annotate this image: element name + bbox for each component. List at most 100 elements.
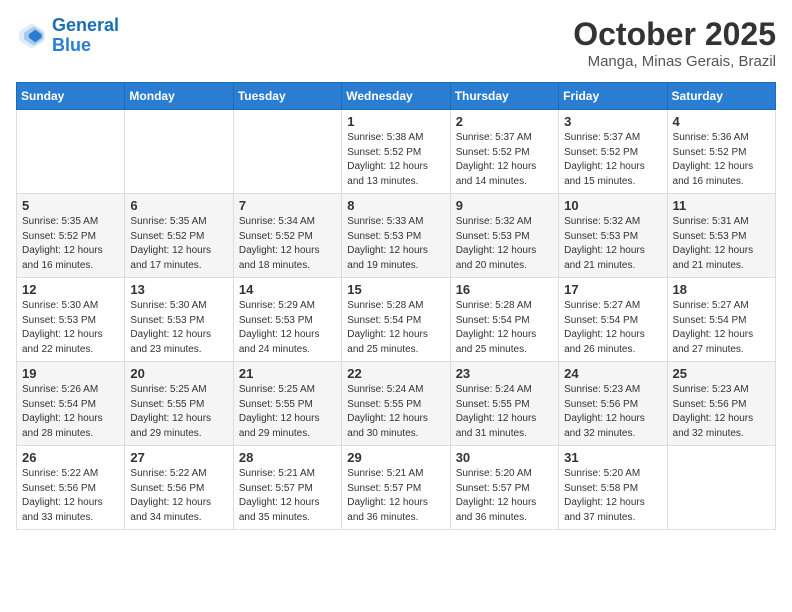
calendar-cell: [125, 110, 233, 194]
calendar-cell: 24 Sunrise: 5:23 AMSunset: 5:56 PMDayligh…: [559, 362, 667, 446]
location: Manga, Minas Gerais, Brazil: [573, 53, 776, 70]
day-info: Sunrise: 5:24 AMSunset: 5:55 PMDaylight:…: [347, 383, 444, 441]
calendar-cell: 15 Sunrise: 5:28 AMSunset: 5:54 PMDayligh…: [342, 278, 450, 362]
day-of-week-header: Friday: [559, 83, 667, 110]
calendar-cell: 2 Sunrise: 5:37 AMSunset: 5:52 PMDaylight…: [450, 110, 558, 194]
day-number: 9: [456, 198, 553, 213]
day-info: Sunrise: 5:20 AMSunset: 5:57 PMDaylight:…: [456, 467, 553, 525]
day-number: 12: [22, 282, 119, 297]
day-number: 22: [347, 366, 444, 381]
day-number: 19: [22, 366, 119, 381]
day-number: 11: [673, 198, 770, 213]
calendar-cell: 6 Sunrise: 5:35 AMSunset: 5:52 PMDaylight…: [125, 194, 233, 278]
calendar-cell: 5 Sunrise: 5:35 AMSunset: 5:52 PMDaylight…: [17, 194, 125, 278]
day-info: Sunrise: 5:28 AMSunset: 5:54 PMDaylight:…: [347, 299, 444, 357]
day-info: Sunrise: 5:20 AMSunset: 5:58 PMDaylight:…: [564, 467, 661, 525]
day-info: Sunrise: 5:34 AMSunset: 5:52 PMDaylight:…: [239, 215, 336, 273]
day-info: Sunrise: 5:27 AMSunset: 5:54 PMDaylight:…: [673, 299, 770, 357]
calendar-cell: [17, 110, 125, 194]
day-number: 31: [564, 450, 661, 465]
month-title: October 2025: [573, 16, 776, 53]
day-info: Sunrise: 5:27 AMSunset: 5:54 PMDaylight:…: [564, 299, 661, 357]
day-info: Sunrise: 5:35 AMSunset: 5:52 PMDaylight:…: [130, 215, 227, 273]
day-info: Sunrise: 5:31 AMSunset: 5:53 PMDaylight:…: [673, 215, 770, 273]
calendar-cell: 3 Sunrise: 5:37 AMSunset: 5:52 PMDaylight…: [559, 110, 667, 194]
day-number: 1: [347, 114, 444, 129]
day-info: Sunrise: 5:29 AMSunset: 5:53 PMDaylight:…: [239, 299, 336, 357]
calendar-header-row: SundayMondayTuesdayWednesdayThursdayFrid…: [17, 83, 776, 110]
day-info: Sunrise: 5:36 AMSunset: 5:52 PMDaylight:…: [673, 131, 770, 189]
day-number: 4: [673, 114, 770, 129]
day-of-week-header: Wednesday: [342, 83, 450, 110]
day-info: Sunrise: 5:23 AMSunset: 5:56 PMDaylight:…: [673, 383, 770, 441]
day-info: Sunrise: 5:37 AMSunset: 5:52 PMDaylight:…: [456, 131, 553, 189]
day-number: 26: [22, 450, 119, 465]
calendar-cell: 12 Sunrise: 5:30 AMSunset: 5:53 PMDayligh…: [17, 278, 125, 362]
day-of-week-header: Thursday: [450, 83, 558, 110]
day-info: Sunrise: 5:30 AMSunset: 5:53 PMDaylight:…: [130, 299, 227, 357]
title-block: October 2025 Manga, Minas Gerais, Brazil: [573, 16, 776, 70]
day-info: Sunrise: 5:35 AMSunset: 5:52 PMDaylight:…: [22, 215, 119, 273]
day-info: Sunrise: 5:38 AMSunset: 5:52 PMDaylight:…: [347, 131, 444, 189]
day-info: Sunrise: 5:21 AMSunset: 5:57 PMDaylight:…: [239, 467, 336, 525]
day-info: Sunrise: 5:32 AMSunset: 5:53 PMDaylight:…: [564, 215, 661, 273]
calendar-week-row: 26Sunrise: 5:22 AMSunset: 5:56 PMDayligh…: [17, 446, 776, 530]
calendar-cell: 28Sunrise: 5:21 AMSunset: 5:57 PMDayligh…: [233, 446, 341, 530]
day-number: 25: [673, 366, 770, 381]
day-of-week-header: Saturday: [667, 83, 775, 110]
calendar-week-row: 19Sunrise: 5:26 AMSunset: 5:54 PMDayligh…: [17, 362, 776, 446]
calendar-week-row: 5 Sunrise: 5:35 AMSunset: 5:52 PMDaylight…: [17, 194, 776, 278]
day-of-week-header: Tuesday: [233, 83, 341, 110]
calendar-cell: 11 Sunrise: 5:31 AMSunset: 5:53 PMDayligh…: [667, 194, 775, 278]
day-number: 29: [347, 450, 444, 465]
day-number: 7: [239, 198, 336, 213]
calendar-cell: 21 Sunrise: 5:25 AMSunset: 5:55 PMDayligh…: [233, 362, 341, 446]
calendar: SundayMondayTuesdayWednesdayThursdayFrid…: [16, 82, 776, 530]
day-info: Sunrise: 5:37 AMSunset: 5:52 PMDaylight:…: [564, 131, 661, 189]
day-info: Sunrise: 5:24 AMSunset: 5:55 PMDaylight:…: [456, 383, 553, 441]
calendar-cell: 7 Sunrise: 5:34 AMSunset: 5:52 PMDaylight…: [233, 194, 341, 278]
calendar-cell: [667, 446, 775, 530]
day-number: 21: [239, 366, 336, 381]
calendar-cell: 27Sunrise: 5:22 AMSunset: 5:56 PMDayligh…: [125, 446, 233, 530]
day-info: Sunrise: 5:33 AMSunset: 5:53 PMDaylight:…: [347, 215, 444, 273]
day-number: 10: [564, 198, 661, 213]
calendar-cell: 9 Sunrise: 5:32 AMSunset: 5:53 PMDaylight…: [450, 194, 558, 278]
day-number: 23: [456, 366, 553, 381]
calendar-cell: 30Sunrise: 5:20 AMSunset: 5:57 PMDayligh…: [450, 446, 558, 530]
day-number: 3: [564, 114, 661, 129]
calendar-cell: 4 Sunrise: 5:36 AMSunset: 5:52 PMDaylight…: [667, 110, 775, 194]
calendar-cell: 22 Sunrise: 5:24 AMSunset: 5:55 PMDayligh…: [342, 362, 450, 446]
day-info: Sunrise: 5:25 AMSunset: 5:55 PMDaylight:…: [130, 383, 227, 441]
day-info: Sunrise: 5:25 AMSunset: 5:55 PMDaylight:…: [239, 383, 336, 441]
day-info: Sunrise: 5:23 AMSunset: 5:56 PMDaylight:…: [564, 383, 661, 441]
day-number: 2: [456, 114, 553, 129]
calendar-cell: 26Sunrise: 5:22 AMSunset: 5:56 PMDayligh…: [17, 446, 125, 530]
day-info: Sunrise: 5:32 AMSunset: 5:53 PMDaylight:…: [456, 215, 553, 273]
calendar-cell: 17Sunrise: 5:27 AMSunset: 5:54 PMDayligh…: [559, 278, 667, 362]
day-number: 6: [130, 198, 227, 213]
logo-text: General Blue: [52, 16, 119, 56]
day-number: 20: [130, 366, 227, 381]
day-number: 8: [347, 198, 444, 213]
day-number: 5: [22, 198, 119, 213]
day-of-week-header: Sunday: [17, 83, 125, 110]
day-info: Sunrise: 5:30 AMSunset: 5:53 PMDaylight:…: [22, 299, 119, 357]
day-number: 16: [456, 282, 553, 297]
calendar-cell: 1 Sunrise: 5:38 AMSunset: 5:52 PMDaylight…: [342, 110, 450, 194]
calendar-cell: 18 Sunrise: 5:27 AMSunset: 5:54 PMDayligh…: [667, 278, 775, 362]
calendar-cell: 8 Sunrise: 5:33 AMSunset: 5:53 PMDaylight…: [342, 194, 450, 278]
day-number: 18: [673, 282, 770, 297]
day-number: 13: [130, 282, 227, 297]
calendar-cell: 25 Sunrise: 5:23 AMSunset: 5:56 PMDayligh…: [667, 362, 775, 446]
day-number: 24: [564, 366, 661, 381]
calendar-cell: 14Sunrise: 5:29 AMSunset: 5:53 PMDayligh…: [233, 278, 341, 362]
day-number: 15: [347, 282, 444, 297]
logo: General Blue: [16, 16, 119, 56]
day-info: Sunrise: 5:21 AMSunset: 5:57 PMDaylight:…: [347, 467, 444, 525]
calendar-cell: 23 Sunrise: 5:24 AMSunset: 5:55 PMDayligh…: [450, 362, 558, 446]
calendar-cell: 29 Sunrise: 5:21 AMSunset: 5:57 PMDayligh…: [342, 446, 450, 530]
day-info: Sunrise: 5:28 AMSunset: 5:54 PMDaylight:…: [456, 299, 553, 357]
calendar-week-row: 12 Sunrise: 5:30 AMSunset: 5:53 PMDayligh…: [17, 278, 776, 362]
calendar-cell: 31 Sunrise: 5:20 AMSunset: 5:58 PMDayligh…: [559, 446, 667, 530]
